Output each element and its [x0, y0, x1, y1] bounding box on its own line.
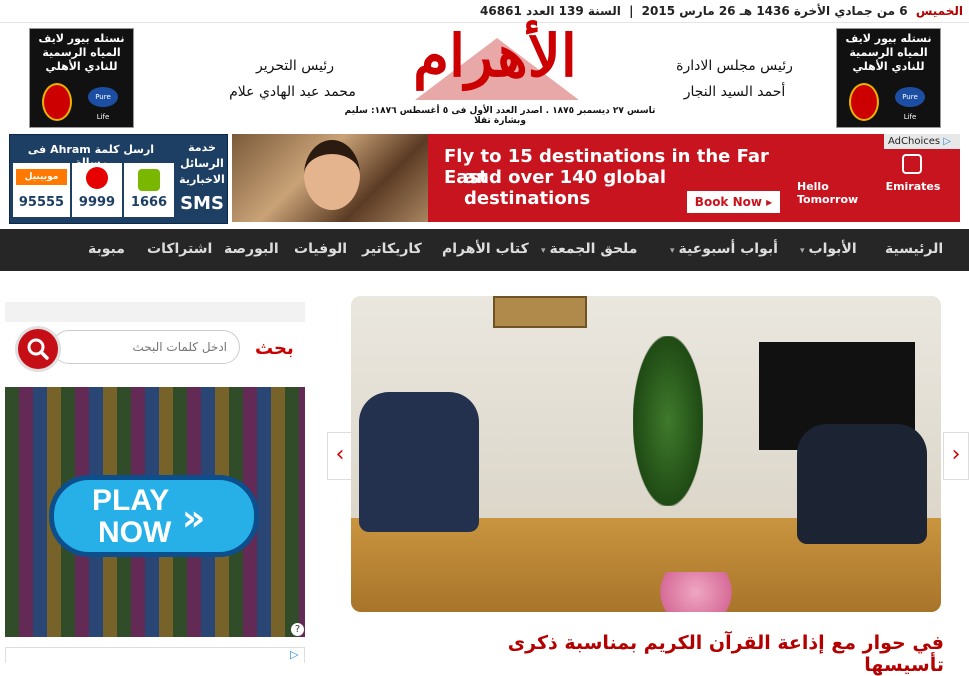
- sms-label: SMS: [180, 193, 224, 214]
- chevron-down-icon: ▾: [670, 246, 675, 256]
- etisalat-logo-icon: [138, 169, 160, 191]
- wall-frame: [493, 296, 587, 328]
- ad-book-now-button[interactable]: Book Now ▸: [687, 191, 780, 213]
- operator-number: 9999: [78, 195, 116, 210]
- ad-tagline: Hello Tomorrow: [797, 180, 859, 206]
- emirates-emblem-icon: [902, 154, 922, 174]
- featured-slide-image[interactable]: [351, 296, 941, 612]
- sms-service-line1: خدمة: [188, 141, 216, 154]
- search-button[interactable]: [15, 326, 61, 372]
- ad-info-icon[interactable]: ?: [291, 623, 304, 636]
- operator-etisalat: 1666: [124, 163, 174, 217]
- adchoices-label: AdChoices: [888, 136, 941, 147]
- masthead-subtitle: تاسس ٢٧ ديسمبر ١٨٧٥ . اصدر العدد الأول ف…: [344, 106, 656, 126]
- emirates-brand: Emirates: [885, 180, 941, 193]
- operator-number: 1666: [130, 195, 168, 210]
- adchoices-icon: ▷: [943, 136, 951, 147]
- person-right: [797, 424, 927, 544]
- ad-right-brand: Pure Life: [895, 87, 925, 121]
- nav-item-classifieds[interactable]: مبوبة: [88, 229, 125, 271]
- club-logo-icon: [42, 83, 72, 121]
- nav-item-subscriptions[interactable]: اشتراكات: [147, 229, 212, 271]
- second-ad-top[interactable]: ▷: [5, 647, 305, 663]
- date-bar: الخميس 6 من جمادي الأخرة 1436 هـ 26 مارس…: [0, 0, 969, 23]
- ad-right-line2: المياه الرسمية: [849, 46, 928, 59]
- header-ad-left[interactable]: نستله بيور لايف المياه الرسمية للنادي ال…: [29, 28, 134, 128]
- play-label: PLAY: [92, 484, 170, 517]
- ad-left-line3: للنادي الأهلي: [45, 60, 118, 73]
- search-title: بحث: [255, 338, 294, 359]
- operator-mobinil: موبينيل 95555: [13, 163, 70, 217]
- emirates-banner-ad[interactable]: Fly to 15 destinations in the Far East a…: [232, 134, 960, 222]
- adchoices-icon: ▷: [290, 648, 299, 661]
- editor-title: رئيس التحرير: [256, 58, 334, 74]
- game-ad[interactable]: PLAY NOW » ?: [5, 387, 305, 637]
- masthead-logo[interactable]: الأهرام: [400, 22, 590, 90]
- search-input[interactable]: [52, 330, 240, 364]
- sms-service-line2: الرسائل: [180, 157, 224, 170]
- ad-cta-label: Book Now: [694, 195, 762, 209]
- header-ad-right[interactable]: نستله بيور لايف المياه الرسمية للنادي ال…: [836, 28, 941, 128]
- ad-left-brand: Pure Life: [88, 87, 118, 121]
- ad-photo: [232, 134, 428, 222]
- play-now-button[interactable]: PLAY NOW »: [49, 475, 259, 557]
- flowers: [641, 572, 751, 612]
- sidebar-divider: [5, 302, 305, 322]
- nav-item-friday[interactable]: ملحق الجمعة▾: [541, 229, 637, 271]
- nav-item-weekly[interactable]: أبواب أسبوعية▾: [670, 229, 778, 271]
- nav-item-obituaries[interactable]: الوفيات: [294, 229, 347, 271]
- editor-name: محمد عبد الهادي علام: [229, 84, 356, 100]
- chevron-down-icon: ▾: [800, 246, 805, 256]
- adchoices-badge[interactable]: AdChoices ▷: [884, 134, 960, 149]
- board-title: رئيس مجلس الادارة: [676, 58, 793, 74]
- date-day: الخميس: [915, 4, 963, 18]
- club-logo-icon: [849, 83, 879, 121]
- ad-left-line2: المياه الرسمية: [42, 46, 121, 59]
- date-separator: |: [629, 4, 634, 18]
- date-text: 6 من جمادي الأخرة 1436 هـ 26 مارس 2015: [641, 4, 908, 18]
- ad-left-line1: نستله بيور لايف: [38, 32, 125, 45]
- featured-headline[interactable]: في حوار مع إذاعة القرآن الكريم بمناسبة ذ…: [460, 632, 944, 676]
- person-left: [359, 392, 479, 532]
- nav-item-writers[interactable]: كتاب الأهرام: [442, 229, 529, 271]
- now-label: NOW: [98, 516, 172, 549]
- nav-item-sections[interactable]: الأبواب▾: [800, 229, 857, 271]
- chevron-down-icon: ▾: [541, 246, 546, 256]
- sms-service-line3: الاخبارية: [179, 173, 225, 186]
- ad-person-icon: [304, 140, 360, 210]
- plant: [633, 336, 703, 506]
- operator-number: 95555: [18, 195, 65, 210]
- slider-prev-button[interactable]: ‹: [327, 432, 353, 480]
- operator-vodafone: 9999: [72, 163, 122, 217]
- emirates-logo: Emirates: [882, 152, 944, 204]
- search-icon: [27, 338, 49, 360]
- sms-service-box[interactable]: ارسل كلمة Ahram فى رسالة خدمة الرسائل ال…: [9, 134, 228, 224]
- double-chevron-right-icon: »: [182, 498, 206, 539]
- caret-right-icon: ▸: [766, 195, 773, 209]
- main-nav: الرئيسية الأبواب▾ أبواب أسبوعية▾ ملحق ال…: [0, 229, 969, 271]
- nav-item-caricature[interactable]: كاريكاتير: [362, 229, 422, 271]
- mobinil-logo: موبينيل: [16, 169, 67, 185]
- nav-item-home[interactable]: الرئيسية: [885, 229, 943, 271]
- nav-item-stocks[interactable]: البورصة: [224, 229, 279, 271]
- issue-info: السنة 139 العدد 46861: [480, 4, 621, 18]
- ad-right-line1: نستله بيور لايف: [845, 32, 932, 45]
- slider-next-button[interactable]: ›: [943, 432, 969, 480]
- board-name: أحمد السيد النجار: [683, 84, 786, 100]
- ad-right-line3: للنادي الأهلي: [852, 60, 925, 73]
- vodafone-logo-icon: [86, 167, 108, 189]
